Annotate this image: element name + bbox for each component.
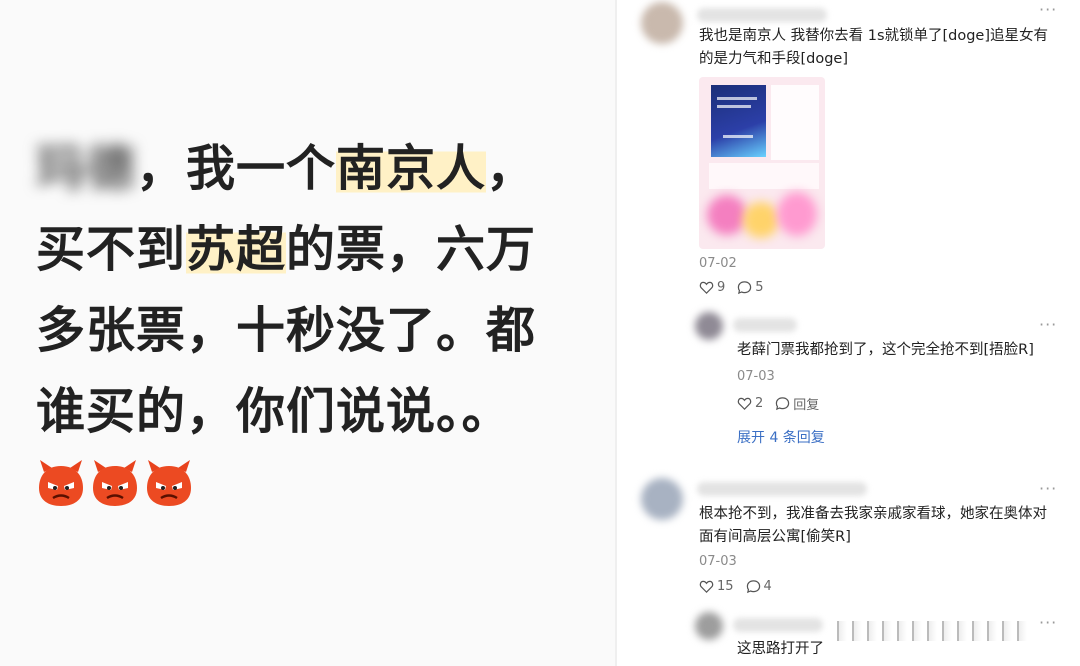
avatar[interactable] <box>695 312 723 340</box>
like-button[interactable]: 2 <box>737 396 763 411</box>
comment-actions: 9 5 <box>699 280 764 295</box>
username[interactable] <box>733 618 823 632</box>
reply-label: 回复 <box>793 398 820 413</box>
highlight-suchao: 苏超 <box>186 221 287 278</box>
avatar[interactable] <box>641 478 683 520</box>
comment-text: 我也是南京人 我替你去看 1s就锁单了[doge]追星女有的是力气和手段[dog… <box>699 28 1049 67</box>
screenshot-root: 玛德，我一个南京人， 买不到苏超的票，六万 多张票，十秒没了。都 谁买的，你们说… <box>0 0 1080 666</box>
username[interactable] <box>733 318 797 332</box>
comment-image[interactable] <box>699 77 825 249</box>
username[interactable] <box>697 8 827 22</box>
like-button[interactable]: 9 <box>699 280 725 295</box>
more-options-icon[interactable]: ··· <box>1039 479 1057 498</box>
watermark-bars <box>837 620 1077 642</box>
username[interactable] <box>697 482 867 496</box>
post-text: 玛德，我一个南京人， 买不到苏超的票，六万 多张票，十秒没了。都 谁买的，你们说… <box>36 128 576 452</box>
like-count: 15 <box>717 579 734 594</box>
comment-actions: 15 4 <box>699 579 772 594</box>
comment-date: 07-02 <box>699 256 737 271</box>
like-count: 2 <box>755 396 764 411</box>
comment-date: 07-03 <box>699 554 737 569</box>
like-count: 9 <box>717 280 726 295</box>
reply-button[interactable]: 4 <box>746 579 772 594</box>
comment-date: 07-03 <box>737 369 775 384</box>
reply-count: 4 <box>763 579 772 594</box>
reply-count: 5 <box>755 280 764 295</box>
emoji-row <box>36 458 194 508</box>
post-line-4: 谁买的，你们说说。。 <box>36 383 512 440</box>
expand-replies-link[interactable]: 展开 4 条回复 <box>737 427 825 447</box>
avatar[interactable] <box>695 612 723 640</box>
post-line-2: 买不到苏超的票，六万 <box>36 221 537 278</box>
blurred-username: 玛德 <box>36 140 137 197</box>
comment-bubble-icon <box>738 281 752 295</box>
comments-panel: ··· 我也是南京人 我替你去看 1s就锁单了[doge]追星女有的是力气和手段… <box>617 0 1080 666</box>
angry-devil-emoji-icon <box>147 460 191 506</box>
comment-bubble-icon <box>776 397 790 411</box>
comment-bubble-icon <box>746 580 760 594</box>
reply-button[interactable]: 5 <box>737 280 764 295</box>
avatar[interactable] <box>641 2 683 44</box>
angry-devil-emoji-icon <box>39 460 83 506</box>
highlight-nanjing: 南京人 <box>336 140 487 197</box>
like-button[interactable]: 15 <box>699 579 734 594</box>
post-line-3: 多张票，十秒没了。都 <box>36 302 537 359</box>
angry-devil-emoji-icon <box>93 460 137 506</box>
poster-image <box>711 85 766 157</box>
comment-actions: 2 回复 <box>737 394 819 413</box>
heart-icon <box>699 580 714 593</box>
comment-text: 老薛门票我都抢到了，这个完全抢不到[捂脸R] <box>737 342 1034 358</box>
comment-text: 根本抢不到，我准备去我家亲戚家看球，她家在奥体对面有间高层公寓[偷笑R] <box>699 506 1047 545</box>
reply-button[interactable]: 回复 <box>775 394 819 413</box>
post-line-1: 玛德，我一个南京人， <box>36 140 537 197</box>
heart-icon <box>699 281 714 294</box>
post-panel: 玛德，我一个南京人， 买不到苏超的票，六万 多张票，十秒没了。都 谁买的，你们说… <box>0 0 615 666</box>
more-options-icon[interactable]: ··· <box>1039 0 1057 19</box>
heart-icon <box>737 397 752 410</box>
more-options-icon[interactable]: ··· <box>1039 315 1057 334</box>
